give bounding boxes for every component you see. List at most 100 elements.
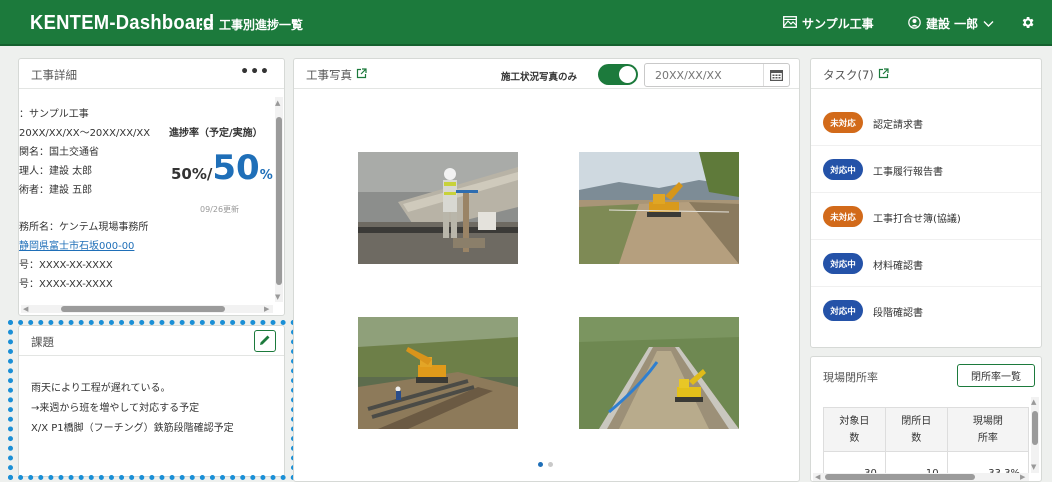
column-header: 現場閉 所率 — [946, 407, 1029, 452]
status-badge: 未対応 — [823, 112, 863, 133]
column-header: 対象日数 — [823, 407, 886, 452]
task-label: 段階確認書 — [873, 308, 923, 319]
hscroll-thumb[interactable] — [61, 306, 225, 312]
project-label: サンプル工事 — [802, 17, 874, 31]
photos-title: 工事写真 — [306, 68, 352, 82]
tasks-header: タスク(7) — [811, 59, 1041, 89]
details-header: 工事詳細 ••• — [19, 59, 284, 89]
project-icon — [783, 16, 797, 31]
details-body: ：サンプル工事 20XX/XX/XX～20XX/XX/XX 関名：国土交通省 理… — [19, 89, 275, 304]
issues-header: 課題 — [19, 326, 284, 356]
tasks-title-link[interactable]: タスク(7) — [823, 67, 889, 83]
user-icon — [908, 15, 921, 32]
details-line: 号：XXXX-XX-XXXX — [19, 260, 113, 271]
details-line: 号：XXXX-XX-XXXX — [19, 279, 113, 290]
tasks-card: タスク(7) 未対応 認定請求書 対応中 工事履行報告書 未対応 工事打合せ簿(… — [810, 58, 1042, 348]
progress-label: 進捗率（予定/実施） — [169, 128, 263, 139]
photos-header: 工事写真 施工状況写真のみ — [294, 59, 799, 89]
toggle-knob — [619, 66, 636, 83]
progress-unit: % — [259, 168, 273, 183]
address-link[interactable]: 静岡県富士市石坂000-00 — [19, 237, 134, 252]
details-line: 理人：建設 太郎 — [19, 166, 93, 177]
table-header-row: 対象日数 閉所日数 現場閉 所率 — [823, 407, 1029, 452]
chevron-down-icon — [983, 17, 994, 31]
details-title: 工事詳細 — [31, 68, 77, 82]
hscroll-thumb[interactable] — [825, 474, 975, 480]
column-header: 閉所日数 — [884, 407, 948, 452]
carousel-dot-active[interactable] — [538, 462, 543, 467]
details-line: 術者：建設 五郎 — [19, 185, 93, 196]
task-row[interactable]: 未対応 認定請求書 — [811, 99, 1041, 146]
date-picker[interactable] — [644, 63, 790, 87]
closure-vscroll[interactable]: ▲ ▼ — [1031, 397, 1039, 473]
closure-table-wrap: 対象日数 閉所日数 現場閉 所率 30 10 33.3% — [823, 407, 1029, 475]
calendar-icon[interactable] — [770, 69, 784, 84]
task-row[interactable]: 未対応 工事打合せ簿(協議) — [811, 193, 1041, 240]
task-row[interactable]: 対応中 材料確認書 — [811, 240, 1041, 287]
table-cell: 10 — [884, 451, 948, 475]
details-line: ：サンプル工事 — [19, 109, 89, 120]
details-hscroll[interactable]: ◀ ▶ — [21, 305, 273, 313]
issues-title: 課題 — [31, 335, 54, 349]
construction-photo-excavator-road[interactable] — [579, 152, 739, 264]
project-selector[interactable]: サンプル工事 — [783, 15, 874, 32]
closure-rate-card: 現場閉所率 閉所率一覧 対象日数 閉所日数 現場閉 所率 30 10 33.3% … — [810, 356, 1042, 482]
task-label: 工事履行報告書 — [873, 167, 943, 178]
scroll-up-arrow[interactable]: ▲ — [1031, 398, 1036, 406]
details-line: 務所名：ケンテム現場事務所 — [19, 222, 149, 233]
progress-value: 50%/ 50 % — [171, 151, 273, 191]
photo-filter-toggle[interactable] — [598, 64, 638, 85]
progress-planned: 50%/ — [171, 165, 213, 183]
details-line: 20XX/XX/XX～20XX/XX/XX — [19, 128, 151, 139]
pencil-icon — [259, 334, 271, 349]
closure-hscroll[interactable]: ◀ ▶ — [813, 473, 1029, 481]
closure-list-button[interactable]: 閉所率一覧 — [957, 364, 1035, 387]
photos-card: 工事写真 施工状況写真のみ — [293, 58, 800, 482]
construction-photo-worker[interactable] — [358, 152, 518, 264]
carousel-dots[interactable] — [538, 462, 553, 467]
external-link-icon — [356, 68, 367, 82]
settings-button[interactable] — [1020, 15, 1035, 33]
task-row[interactable]: 対応中 段階確認書 — [811, 287, 1041, 334]
scroll-right-arrow[interactable]: ▶ — [264, 305, 269, 313]
carousel-dot[interactable] — [548, 462, 553, 467]
task-label: 材料確認書 — [873, 261, 923, 272]
header-line: 対象日 — [839, 415, 870, 427]
issues-body: 雨天により工程が遅れている。 →来週から班を増やして対応する予定 X/X P1橋… — [31, 379, 234, 439]
user-name: 建設 一郎 — [926, 17, 979, 31]
issues-card: 課題 雨天により工程が遅れている。 →来週から班を増やして対応する予定 X/X … — [18, 325, 285, 477]
scroll-down-arrow[interactable]: ▼ — [1031, 463, 1036, 471]
status-badge: 未対応 — [823, 206, 863, 227]
scroll-right-arrow[interactable]: ▶ — [1020, 473, 1025, 481]
more-options-button[interactable]: ••• — [240, 64, 270, 80]
scroll-thumb[interactable] — [276, 117, 282, 285]
construction-photo-excavator-pipes[interactable] — [358, 317, 518, 429]
scroll-up-arrow[interactable]: ▲ — [275, 99, 280, 107]
updated-date: 09/26更新 — [200, 205, 240, 214]
task-row[interactable]: 対応中 工事履行報告書 — [811, 146, 1041, 193]
issue-line: →来週から班を増やして対応する予定 — [31, 403, 200, 414]
user-menu[interactable]: 建設 一郎 — [908, 15, 994, 32]
header-line: 数 — [849, 432, 860, 444]
closure-title: 現場閉所率 — [823, 371, 878, 384]
scroll-thumb[interactable] — [1032, 411, 1038, 445]
header-line: 閉所日 — [901, 415, 932, 427]
brand-logo[interactable]: KENTEM-Dashboard — [30, 12, 214, 35]
project-details-card: 工事詳細 ••• ：サンプル工事 20XX/XX/XX～20XX/XX/XX 関… — [18, 58, 285, 316]
scroll-left-arrow[interactable]: ◀ — [815, 473, 820, 481]
details-vscroll[interactable]: ▲ ▼ — [275, 97, 283, 302]
tasks-title: タスク(7) — [823, 68, 874, 82]
photos-title-link[interactable]: 工事写真 — [306, 67, 367, 83]
external-link-icon — [878, 68, 889, 82]
edit-button[interactable] — [254, 330, 276, 352]
top-bar: KENTEM-Dashboard 工事別進捗一覧 サンプル工事 建設 一郎 — [0, 0, 1052, 46]
status-badge: 対応中 — [823, 253, 863, 274]
header-line: 所率 — [977, 432, 998, 444]
construction-photo-channel[interactable] — [579, 317, 739, 429]
date-input[interactable] — [645, 64, 763, 86]
scroll-down-arrow[interactable]: ▼ — [275, 293, 280, 301]
scroll-left-arrow[interactable]: ◀ — [23, 305, 28, 313]
progress-list-label: 工事別進捗一覧 — [219, 18, 304, 32]
progress-list-link[interactable]: 工事別進捗一覧 — [200, 16, 303, 33]
closure-table: 対象日数 閉所日数 現場閉 所率 30 10 33.3% — [823, 407, 1029, 475]
